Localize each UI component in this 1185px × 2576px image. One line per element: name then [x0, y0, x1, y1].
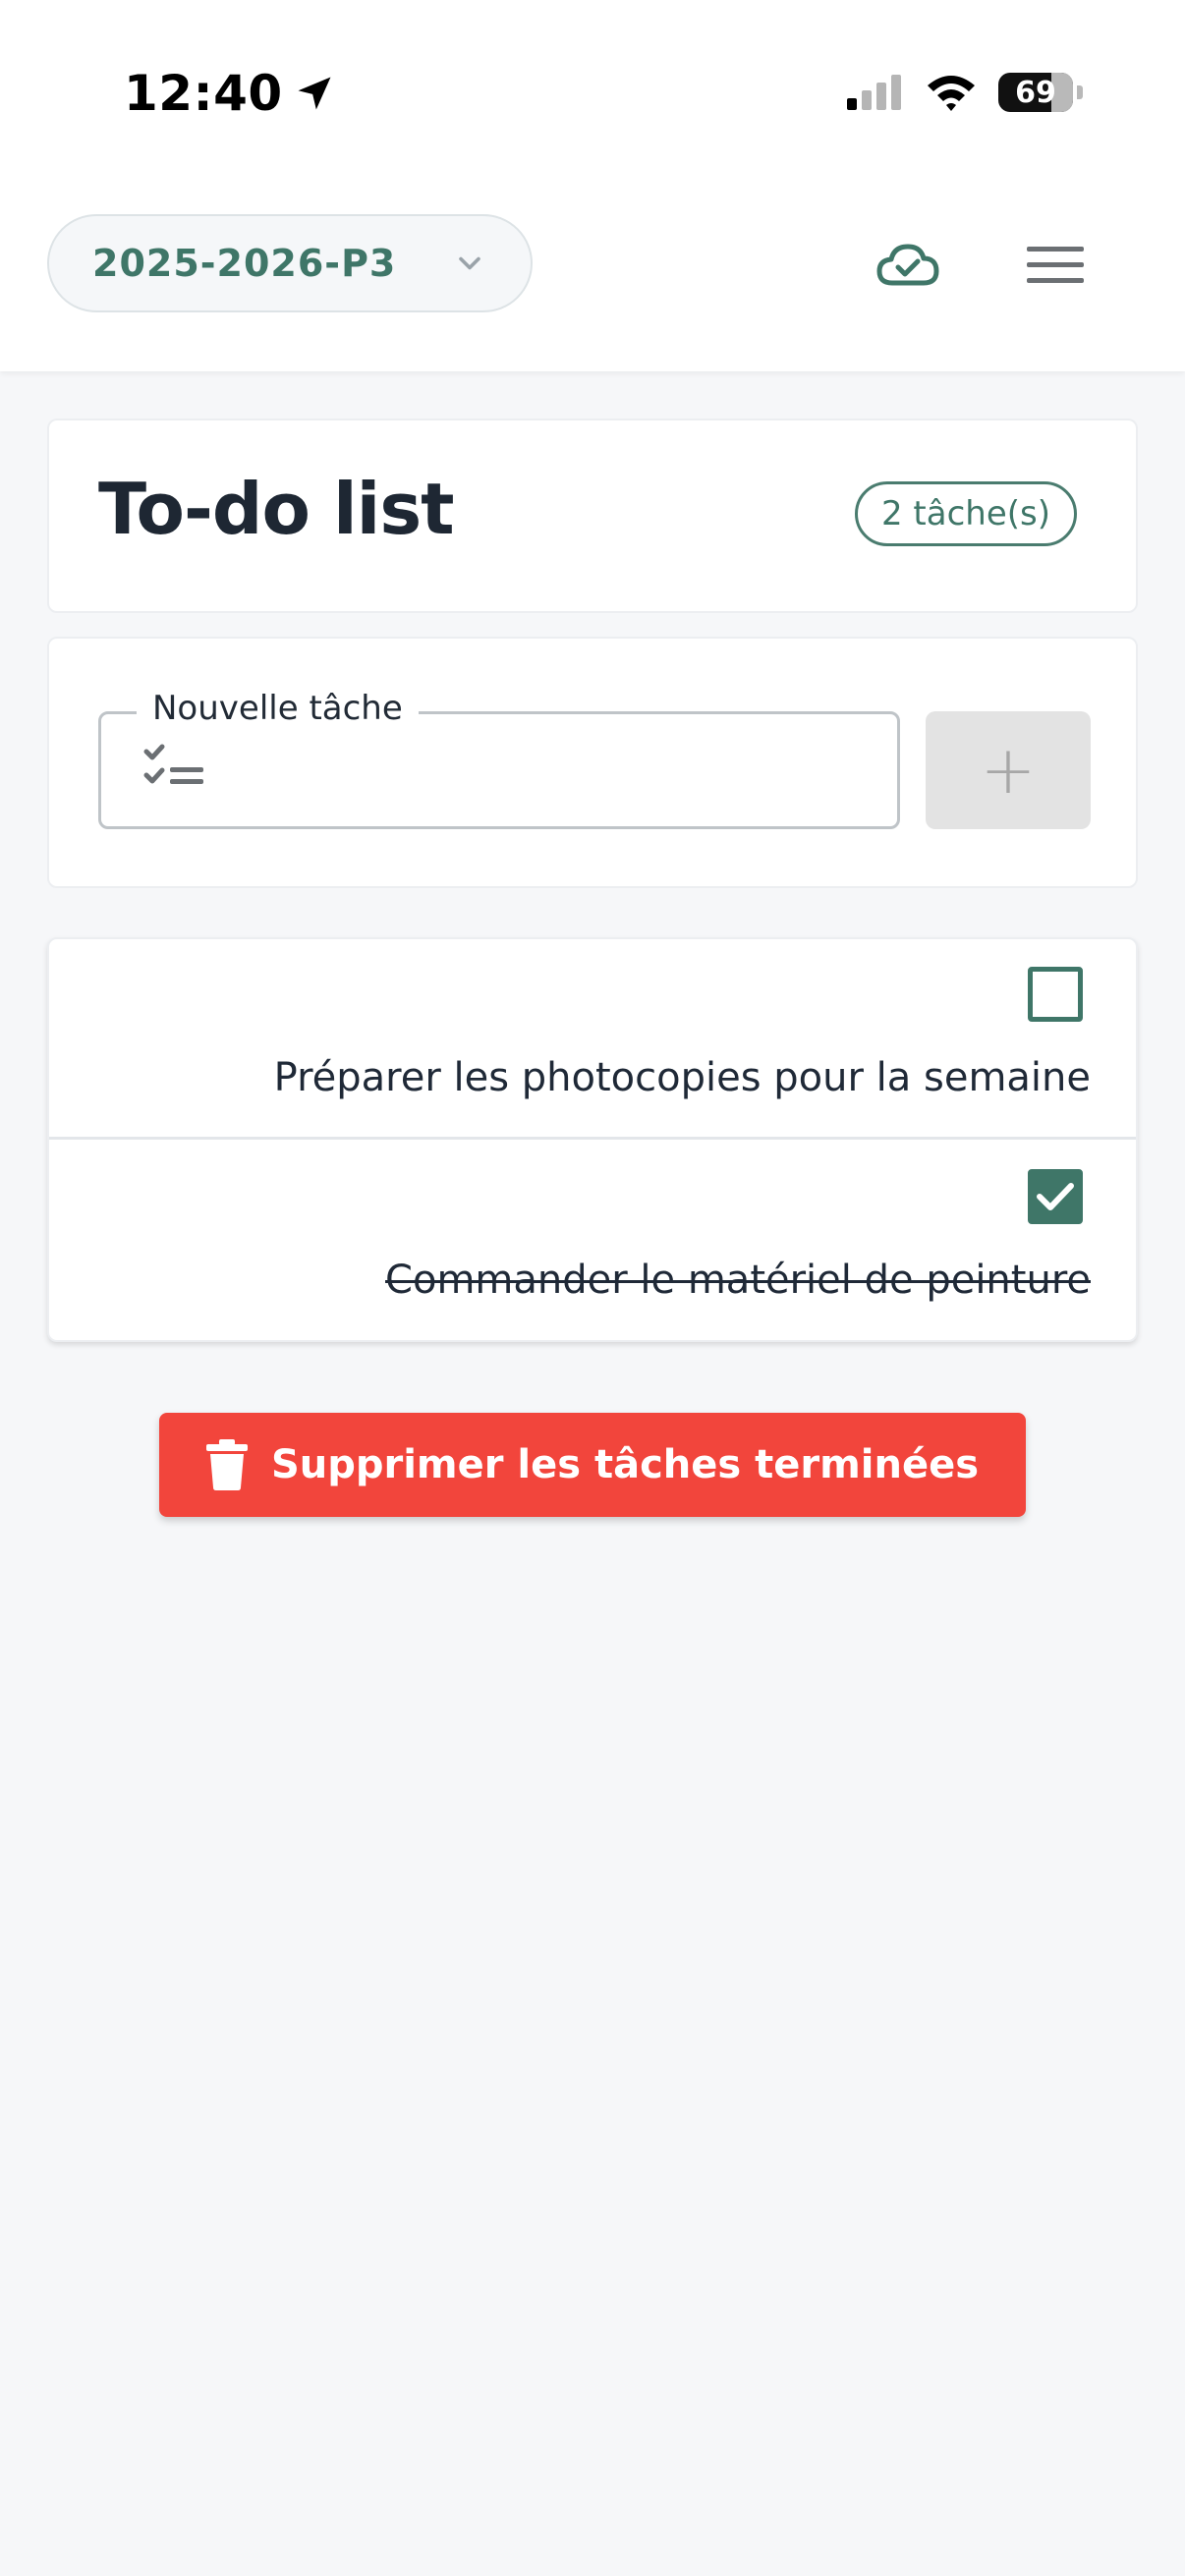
delete-completed-button[interactable]: Supprimer les tâches terminées	[159, 1413, 1026, 1517]
checkbox-checked-icon[interactable]	[1028, 1169, 1083, 1224]
location-arrow-icon	[298, 77, 331, 110]
wifi-icon	[928, 76, 975, 111]
new-task-card: Nouvelle tâche +	[47, 637, 1138, 888]
status-icons: 69	[847, 73, 1083, 112]
year-selector[interactable]: 2025-2026-P3	[47, 214, 533, 312]
top-bar: 12:40 69 2025-2026-P3	[0, 0, 1185, 371]
task-text: Préparer les photocopies pour la semaine	[273, 1055, 1091, 1100]
time-label: 12:40	[124, 65, 283, 122]
new-task-label: Nouvelle tâche	[137, 689, 419, 728]
task-text: Commander le matériel de peinture	[385, 1258, 1091, 1303]
year-selector-value: 2025-2026-P3	[92, 242, 397, 285]
cloud-check-icon	[876, 244, 939, 286]
checkbox-icon[interactable]	[1028, 967, 1083, 1022]
signal-icon	[847, 75, 901, 110]
status-time: 12:40	[124, 65, 336, 122]
chevron-down-icon	[452, 246, 487, 281]
checklist-icon	[143, 744, 203, 784]
page-title: To-do list	[98, 468, 455, 550]
list-item[interactable]: Commander le matériel de peinture	[49, 1142, 1136, 1340]
add-task-button[interactable]: +	[926, 711, 1091, 829]
battery-icon: 69	[998, 73, 1073, 112]
new-task-field[interactable]: Nouvelle tâche	[98, 689, 900, 829]
task-list: Préparer les photocopies pour la semaine…	[47, 937, 1138, 1342]
battery-tip	[1077, 85, 1083, 99]
sync-button[interactable]	[873, 232, 943, 297]
battery-level: 69	[1015, 75, 1056, 110]
task-count-badge: 2 tâche(s)	[854, 481, 1077, 546]
title-card: To-do list 2 tâche(s)	[47, 419, 1138, 613]
trash-icon	[205, 1439, 248, 1490]
hamburger-menu-icon	[1027, 247, 1084, 283]
menu-button[interactable]	[1022, 236, 1089, 295]
delete-completed-label: Supprimer les tâches terminées	[270, 1442, 980, 1487]
checkmark-icon	[1037, 1183, 1074, 1210]
new-task-input[interactable]	[219, 734, 872, 807]
list-item[interactable]: Préparer les photocopies pour la semaine	[49, 939, 1136, 1140]
